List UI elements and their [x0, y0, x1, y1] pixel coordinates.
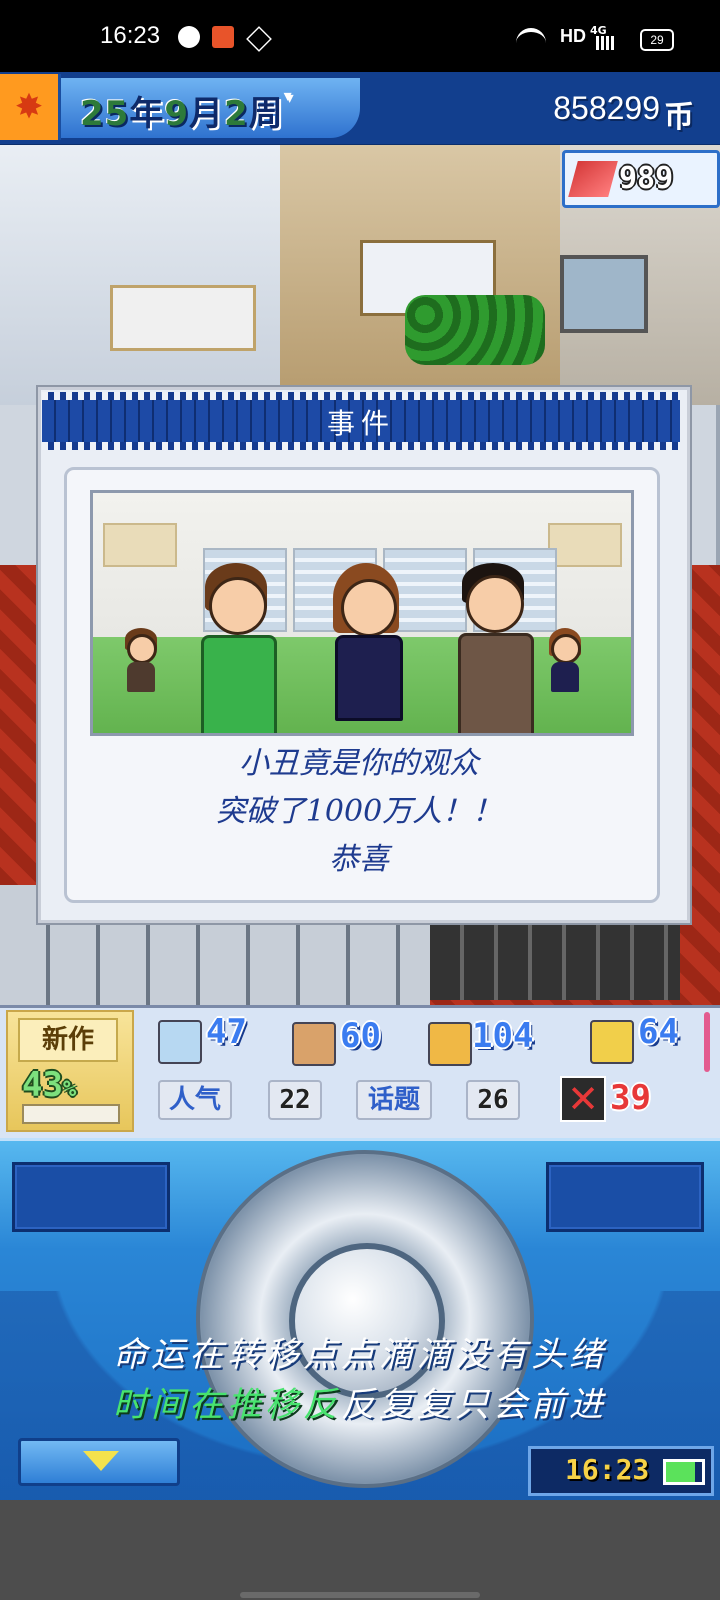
staff-woman-center: [321, 563, 411, 733]
signal-icon: [596, 36, 614, 50]
document-icon: [158, 1020, 202, 1064]
wifi-icon: [516, 28, 546, 52]
stat-character: 60: [340, 1016, 381, 1056]
date-week: 2: [224, 94, 249, 134]
date-year: 25: [80, 94, 130, 134]
music-note-icon: [590, 1020, 634, 1064]
plant-decoration: [405, 295, 545, 365]
layers-icon: [246, 26, 272, 52]
network-type: HD: [560, 26, 586, 46]
people-icon: [292, 1022, 336, 1066]
stats-scroll-indicator[interactable]: [704, 1012, 710, 1072]
small-staff-right: [545, 628, 585, 698]
new-work-progress-base: [22, 1104, 120, 1124]
shelf-right: [548, 523, 622, 567]
lyric-line-2-rest: 反复复只会前进: [341, 1385, 607, 1425]
battery-icon: [663, 1459, 705, 1485]
date-year-unit: 年: [129, 94, 165, 134]
clock-time: 16:23: [565, 1453, 650, 1486]
staff-suit-man: [448, 563, 538, 733]
lyric-line-2-sung: 时间在推移反: [113, 1385, 341, 1425]
system-status-bar: 16:23 HD 4G 29: [0, 0, 720, 72]
reception-room: [0, 145, 280, 405]
reception-desk: [110, 285, 256, 351]
lyric-line-2: 时间在推移反反复复只会前进: [0, 1380, 720, 1430]
topic-label: 话题: [356, 1080, 432, 1120]
header-rail-top: [42, 392, 680, 400]
small-staff-left: [121, 628, 161, 698]
bug-stat: ✕ 39: [560, 1076, 660, 1122]
system-nav-bar: [0, 1500, 720, 1600]
new-work-progress: 43%: [22, 1065, 76, 1105]
books-icon: [568, 161, 618, 197]
app-notification-icon: [212, 26, 234, 48]
event-line-3: 恭喜: [329, 842, 389, 877]
bug-value: 39: [610, 1078, 651, 1118]
event-message: 小丑竟是你的观众 突破了1000万人！！ 恭喜: [90, 740, 628, 884]
status-time: 16:23: [100, 22, 161, 49]
date-month-unit: 月: [189, 94, 224, 134]
left-action-button[interactable]: [12, 1162, 170, 1232]
stat-music: 64: [638, 1012, 679, 1052]
home-indicator[interactable]: [240, 1592, 480, 1598]
date-month: 9: [164, 94, 189, 134]
globe-icon: [178, 26, 200, 48]
popularity-label: 人气: [158, 1080, 232, 1120]
chevron-down-icon: ▾: [283, 86, 293, 105]
event-line-2: 突破了1000万人！！: [215, 794, 503, 829]
event-illustration: [90, 490, 634, 736]
new-work-pct: 43: [22, 1065, 63, 1105]
research-points-box[interactable]: 989: [562, 150, 720, 208]
date-week-unit: 周: [248, 94, 284, 134]
maple-leaf-icon: ✸: [0, 74, 61, 140]
right-action-button[interactable]: [546, 1162, 704, 1232]
game-clock: 16:23: [528, 1446, 714, 1496]
battery-indicator: 29: [640, 29, 674, 51]
arrow-down-icon: [83, 1451, 119, 1471]
big-monitor: [560, 255, 648, 333]
header-rail-bottom: [42, 442, 680, 450]
lyric-line-1: 命运在转移点点滴滴没有头绪: [113, 1335, 607, 1375]
lyrics-overlay: 命运在转移点点滴滴没有头绪 时间在推移反反复复只会前进: [0, 1330, 720, 1430]
event-dialog-title: 事件: [326, 407, 395, 440]
shelf-left: [103, 523, 177, 567]
close-x-icon: ✕: [560, 1076, 606, 1122]
research-points: 989: [619, 161, 674, 196]
money-amount: 858299: [553, 90, 660, 126]
camera-icon: [428, 1022, 472, 1066]
game-date[interactable]: 25年9月2周▾: [80, 86, 293, 135]
stat-visual: 104: [472, 1016, 534, 1056]
topic-value: 26: [466, 1080, 520, 1120]
stat-planning: 47: [206, 1012, 247, 1052]
money-unit: 币: [664, 100, 694, 135]
popularity-value: 22: [268, 1080, 322, 1120]
event-line-1: 小丑竟是你的观众: [239, 746, 479, 781]
staff-green-jacket: [191, 563, 281, 733]
new-work-pct-unit: %: [62, 1077, 77, 1102]
menu-toggle-button[interactable]: [18, 1438, 180, 1486]
new-work-label: 新作: [18, 1018, 118, 1062]
